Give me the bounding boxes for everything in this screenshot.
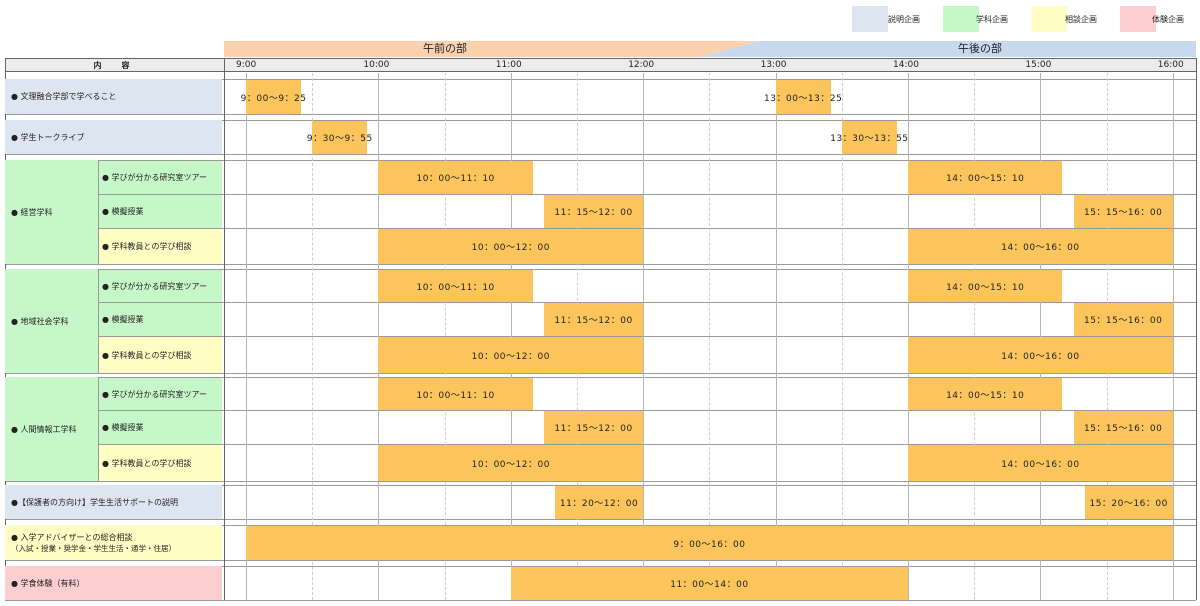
event-bar[interactable]: 11：15〜12：00 <box>543 195 644 228</box>
event-bar[interactable]: 15：15〜16：00 <box>1073 195 1173 228</box>
subrow-label: ● 模擬授業 <box>99 303 222 336</box>
group-label: ● 人間情報工学科 <box>5 377 98 481</box>
hour-gridline <box>246 73 247 600</box>
event-bar[interactable]: 9：30〜9：55 <box>307 121 372 154</box>
subrow-label: ● 学びが分かる研究室ツアー <box>99 378 222 410</box>
time-tick-label: 10:00 <box>363 60 390 70</box>
subrow-label: ● 学びが分かる研究室ツアー <box>99 270 222 302</box>
event-bar[interactable]: 9：00〜9：25 <box>241 80 306 114</box>
event-bar[interactable]: 14：00〜15：10 <box>908 378 1063 410</box>
time-tick-label: 16:00 <box>1157 60 1184 70</box>
subrow-label: ● 学科教員との学び相談 <box>99 337 222 373</box>
event-bar[interactable]: 14：00〜15：10 <box>908 270 1063 302</box>
event-bar[interactable]: 11：00〜14：00 <box>510 567 908 600</box>
row-border <box>5 481 1196 482</box>
event-bar[interactable]: 11：20〜12：00 <box>554 486 644 519</box>
time-tick-label: 9:00 <box>236 60 257 70</box>
row-border <box>5 264 1196 265</box>
pm-band-label: 午後の部 <box>958 42 1002 55</box>
subrow-border <box>98 194 1196 195</box>
event-bar[interactable]: 10：00〜12：00 <box>378 337 644 373</box>
event-bar[interactable]: 10：00〜11：10 <box>378 378 533 410</box>
event-bar[interactable]: 13：00〜13：25 <box>764 80 842 114</box>
subrow-label: ● 模擬授業 <box>99 411 222 444</box>
row-label: ●【保護者の方向け】学生生活サポートの説明 <box>5 485 222 519</box>
event-bar[interactable]: 10：00〜12：00 <box>378 445 644 481</box>
am-band-label: 午前の部 <box>423 42 467 55</box>
group-label: ● 経営学科 <box>5 160 98 264</box>
hour-gridline <box>1172 73 1174 600</box>
time-tick-label: 14:00 <box>893 60 919 70</box>
hour-gridline <box>643 73 645 600</box>
time-tick-label: 15:00 <box>1025 60 1052 70</box>
row-label: ● 入学アドバイザーとの総合相談 （入試・授業・奨学金・学生生活・通学・住居） <box>5 525 222 560</box>
row-border <box>5 154 1196 155</box>
row-sublabel-text: （入試・授業・奨学金・学生生活・通学・住居） <box>11 543 176 553</box>
row-border <box>5 560 1196 561</box>
event-bar[interactable]: 10：00〜11：10 <box>378 270 533 302</box>
subrow-label: ● 学科教員との学び相談 <box>99 229 222 264</box>
event-schedule: 説明企画 学科企画 相談企画 体験企画 午前の部 午後の部内 容 9:00 10:00 11:0… <box>0 0 1200 606</box>
event-bar[interactable]: 14：00〜16：00 <box>908 445 1173 481</box>
group-label: ● 地域社会学科 <box>5 269 98 373</box>
header-content-label: 内 容 <box>93 61 136 70</box>
event-bar[interactable]: 11：15〜12：00 <box>543 303 644 336</box>
time-tick-label: 12:00 <box>628 60 655 70</box>
hour-gridline <box>775 73 777 600</box>
row-border <box>5 114 1196 115</box>
event-bar[interactable]: 9：00〜16：00 <box>246 526 1173 560</box>
row-label: ● 学生トークライブ <box>5 120 222 154</box>
subrow-label: ● 模擬授業 <box>99 195 222 228</box>
row-border <box>5 373 1196 374</box>
subrow-border <box>98 410 1196 411</box>
event-bar[interactable]: 11：15〜12：00 <box>543 411 644 444</box>
row-label-text: ● 入学アドバイザーとの総合相談 <box>11 532 133 542</box>
subrow-label: ● 学科教員との学び相談 <box>99 445 222 481</box>
event-bar[interactable]: 15：20〜16：00 <box>1084 486 1173 519</box>
event-bar[interactable]: 14：00〜16：00 <box>908 229 1173 264</box>
event-bar[interactable]: 14：00〜15：10 <box>908 161 1063 194</box>
time-tick-label: 11:00 <box>495 60 522 70</box>
row-label-text: ● 学食体験（有料） <box>11 578 85 588</box>
subrow-border <box>98 302 1196 303</box>
time-area-border <box>224 58 225 600</box>
row-label: ● 文理融合学部で学べること <box>5 79 222 114</box>
table-right-border <box>1196 58 1197 600</box>
event-bar[interactable]: 10：00〜11：10 <box>378 161 533 194</box>
event-bar[interactable]: 15：15〜16：00 <box>1073 411 1173 444</box>
row-border <box>5 519 1196 520</box>
row-label: ● 学食体験（有料） <box>5 566 222 600</box>
event-bar[interactable]: 14：00〜16：00 <box>908 337 1173 373</box>
time-tick-label: 13:00 <box>760 60 787 70</box>
row-label-text: ●【保護者の方向け】学生生活サポートの説明 <box>11 497 178 507</box>
event-bar[interactable]: 13：30〜13：55 <box>830 121 908 154</box>
row-border <box>5 600 1196 601</box>
half-hour-gridline <box>709 73 711 600</box>
row-label-text: ● 文理融合学部で学べること <box>11 92 117 101</box>
row-label-text: ● 学生トークライブ <box>11 132 85 142</box>
event-bar[interactable]: 15：15〜16：00 <box>1073 303 1173 336</box>
event-bar[interactable]: 10：00〜12：00 <box>378 229 644 264</box>
subrow-label: ● 学びが分かる研究室ツアー <box>99 161 222 194</box>
